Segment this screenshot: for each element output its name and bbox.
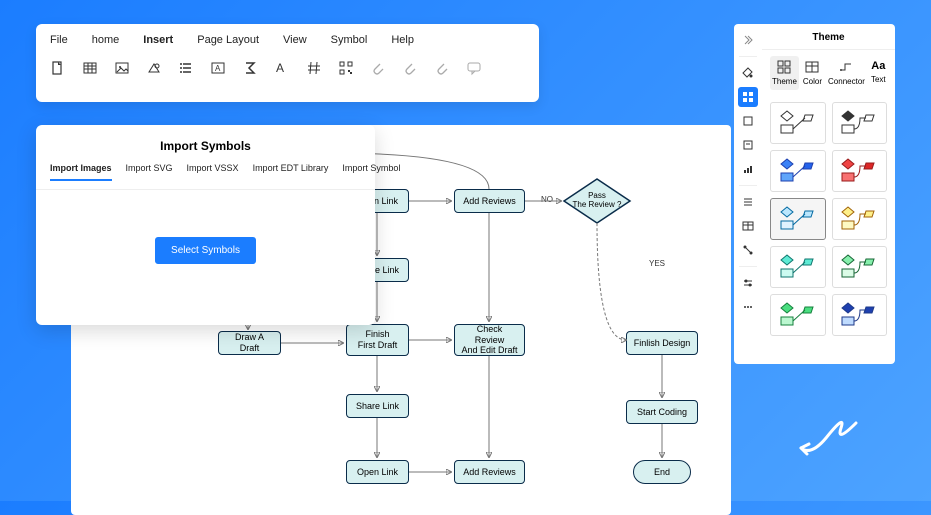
paint-icon[interactable] <box>738 63 758 83</box>
menu-home[interactable]: home <box>92 34 120 46</box>
theme-swatch[interactable] <box>770 150 826 192</box>
node-finish-first-draft[interactable]: Finish First Draft <box>346 324 409 356</box>
node-share-link-2[interactable]: Share Link <box>346 394 409 418</box>
attachment3-icon[interactable] <box>434 60 450 76</box>
shape-icon[interactable] <box>146 60 162 76</box>
chart-side-icon[interactable] <box>738 159 758 179</box>
menu-file[interactable]: File <box>50 34 68 46</box>
theme-swatch[interactable] <box>770 246 826 288</box>
theme-swatch[interactable] <box>770 198 826 240</box>
node-side-icon[interactable] <box>738 240 758 260</box>
menu-bar: File home Insert Page Layout View Symbol… <box>36 24 539 102</box>
theme-tab-label: Theme <box>772 77 797 86</box>
menu-help[interactable]: Help <box>391 34 414 46</box>
theme-tab-color[interactable]: Color <box>801 56 824 90</box>
image-icon[interactable] <box>114 60 130 76</box>
collapse-icon[interactable] <box>738 30 758 50</box>
theme-tab-text[interactable]: AaText <box>869 56 888 90</box>
grid-icon[interactable] <box>738 87 758 107</box>
node-draw-draft[interactable]: Draw A Draft <box>218 331 281 355</box>
node-add-reviews[interactable]: Add Reviews <box>454 189 525 213</box>
dialog-title: Import Symbols <box>36 125 375 163</box>
theme-panel: Theme Theme Color Connector AaText <box>762 24 895 364</box>
attachment-icon[interactable] <box>370 60 386 76</box>
dialog-tabs: Import Images Import SVG Import VSSX Imp… <box>36 163 375 190</box>
tab-import-vssx[interactable]: Import VSSX <box>187 163 239 181</box>
theme-tab-connector[interactable]: Connector <box>826 56 867 90</box>
dialog-body: Select Symbols <box>36 190 375 310</box>
toolbar: A A <box>36 52 539 84</box>
menu-items: File home Insert Page Layout View Symbol… <box>36 24 539 52</box>
theme-swatch[interactable] <box>770 294 826 336</box>
theme-tab-label: Text <box>871 75 886 84</box>
node-start-coding[interactable]: Start Coding <box>626 400 698 424</box>
table-icon[interactable] <box>82 60 98 76</box>
tab-import-symbol[interactable]: Import Symbol <box>342 163 400 181</box>
attachment2-icon[interactable] <box>402 60 418 76</box>
svg-text:A: A <box>276 61 284 75</box>
settings-side-icon[interactable] <box>738 273 758 293</box>
node-check-review[interactable]: Check Review And Edit Draft <box>454 324 525 356</box>
theme-tab-label: Connector <box>828 77 865 86</box>
qr-icon[interactable] <box>338 60 354 76</box>
theme-swatch[interactable] <box>832 294 888 336</box>
tab-import-svg[interactable]: Import SVG <box>126 163 173 181</box>
menu-view[interactable]: View <box>283 34 307 46</box>
theme-panel-title: Theme <box>762 24 895 50</box>
menu-insert[interactable]: Insert <box>143 34 173 46</box>
tab-import-images[interactable]: Import Images <box>50 163 112 181</box>
sigma-icon[interactable] <box>242 60 258 76</box>
signature-icon <box>791 408 871 463</box>
node-open-link-2[interactable]: Open Link <box>346 460 409 484</box>
node-end[interactable]: End <box>633 460 691 484</box>
hash-icon[interactable] <box>306 60 322 76</box>
theme-swatch[interactable] <box>832 150 888 192</box>
select-symbols-button[interactable]: Select Symbols <box>155 237 256 264</box>
layers-icon[interactable] <box>738 111 758 131</box>
theme-swatch[interactable] <box>832 102 888 144</box>
svg-text:A: A <box>215 64 221 73</box>
theme-tab-theme[interactable]: Theme <box>770 56 799 90</box>
comment-icon[interactable] <box>466 60 482 76</box>
theme-tabs: Theme Color Connector AaText <box>762 50 895 96</box>
node-finish-design[interactable]: Finlish Design <box>626 331 698 355</box>
import-symbols-dialog: Import Symbols Import Images Import SVG … <box>36 125 375 325</box>
label-yes: YES <box>649 259 665 268</box>
list-icon[interactable] <box>178 60 194 76</box>
text-side-icon[interactable] <box>738 135 758 155</box>
theme-swatch[interactable] <box>770 102 826 144</box>
decision-text: Pass The Review ? <box>562 177 632 225</box>
blank-page-icon[interactable] <box>50 60 66 76</box>
font-icon[interactable]: A <box>274 60 290 76</box>
node-add-reviews-2[interactable]: Add Reviews <box>454 460 525 484</box>
theme-swatch[interactable] <box>832 198 888 240</box>
menu-symbol[interactable]: Symbol <box>331 34 368 46</box>
tab-import-edt[interactable]: Import EDT Library <box>253 163 329 181</box>
side-toolbar <box>734 24 762 364</box>
theme-swatch[interactable] <box>832 246 888 288</box>
theme-tab-label: Color <box>803 77 822 86</box>
theme-swatch-grid <box>762 96 895 342</box>
node-decision[interactable]: Pass The Review ? <box>562 177 632 225</box>
table-side-icon[interactable] <box>738 216 758 236</box>
text-box-icon[interactable]: A <box>210 60 226 76</box>
ruler-side-icon[interactable] <box>738 297 758 317</box>
list-side-icon[interactable] <box>738 192 758 212</box>
menu-page-layout[interactable]: Page Layout <box>197 34 259 46</box>
label-no: NO <box>541 195 553 204</box>
